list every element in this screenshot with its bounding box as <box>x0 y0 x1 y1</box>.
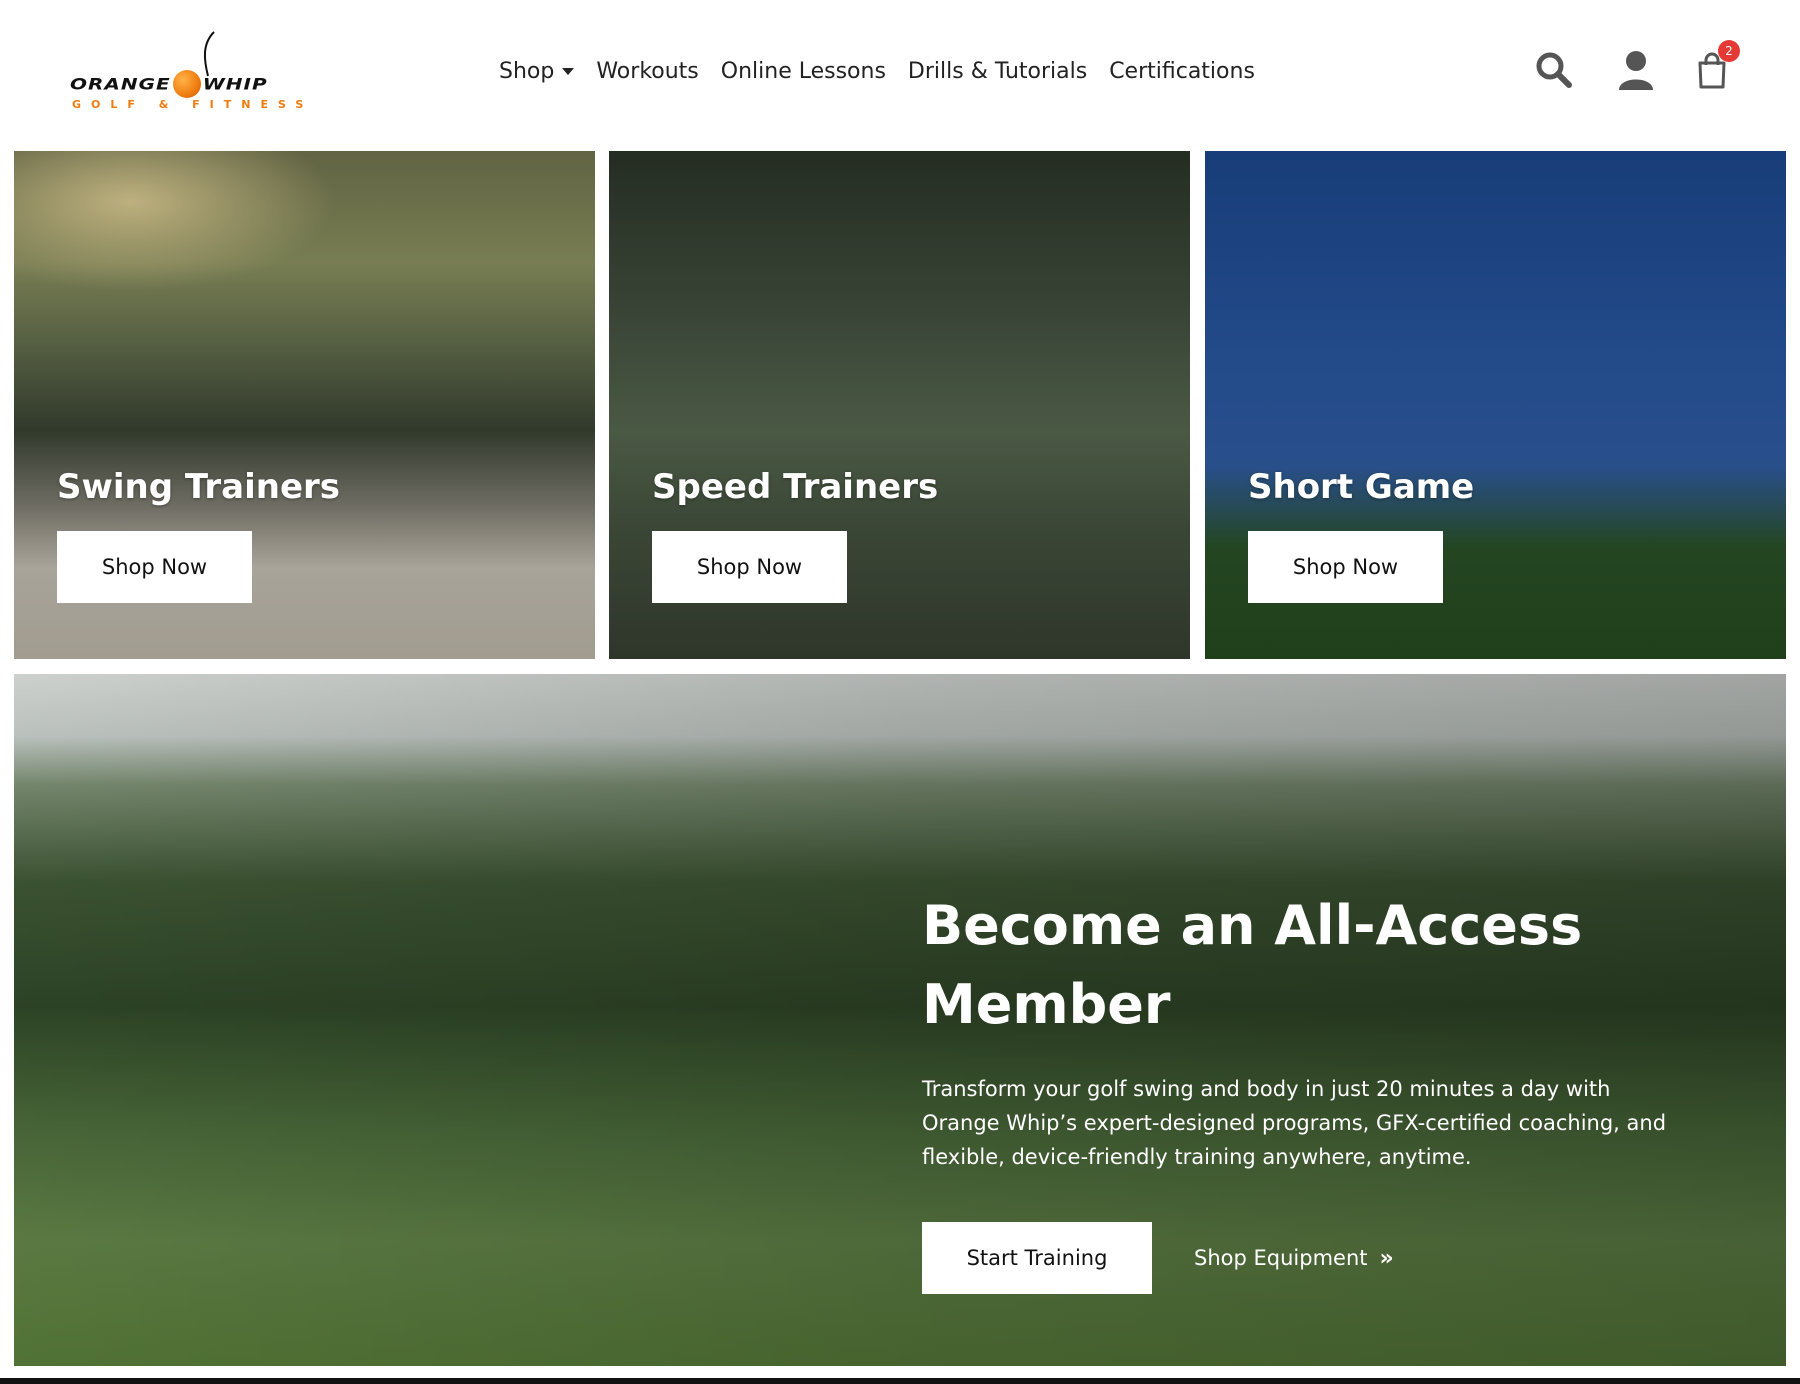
shop-now-button[interactable]: Shop Now <box>652 531 847 603</box>
cart-button[interactable]: 2 <box>1690 40 1740 92</box>
logo-tagline: GOLF & FITNESS <box>72 98 314 111</box>
search-button[interactable] <box>1532 48 1576 92</box>
search-icon <box>1536 52 1572 88</box>
logo-text-left: ORANGE <box>70 74 171 94</box>
logo-text-right: WHIP <box>202 74 268 94</box>
double-chevron-right-icon: » <box>1379 1245 1394 1271</box>
nav-item-workouts[interactable]: Workouts <box>596 59 698 84</box>
orange-whip-logo[interactable]: ORANGE WHIP GOLF & FITNESS <box>70 30 303 115</box>
site-header: ORANGE WHIP GOLF & FITNESS Shop Workouts… <box>0 0 1800 148</box>
hero-title: Become an All-Access Member <box>922 894 1583 1036</box>
category-card-speed-trainers[interactable]: Speed Trainers Shop Now <box>609 151 1190 659</box>
hero-description: Transform your golf swing and body in ju… <box>922 1077 1667 1169</box>
category-card-short-game[interactable]: Short Game Shop Now <box>1205 151 1786 659</box>
card-title: Short Game <box>1248 467 1475 507</box>
shop-now-button[interactable]: Shop Now <box>57 531 252 603</box>
main-nav: Shop Workouts Online Lessons Drills & Tu… <box>499 50 1277 92</box>
all-access-hero: Become an All-Access Member Transform yo… <box>14 674 1786 1366</box>
card-title: Swing Trainers <box>57 467 341 507</box>
cart-count-badge: 2 <box>1718 40 1740 62</box>
shop-now-button[interactable]: Shop Now <box>1248 531 1443 603</box>
nav-item-shop[interactable]: Shop <box>499 58 575 84</box>
category-card-swing-trainers[interactable]: Swing Trainers Shop Now <box>14 151 595 659</box>
account-button[interactable] <box>1614 48 1658 92</box>
caret-down-icon <box>562 67 575 75</box>
nav-item-drills-tutorials[interactable]: Drills & Tutorials <box>908 59 1087 84</box>
nav-item-certifications[interactable]: Certifications <box>1109 59 1255 84</box>
shop-equipment-label: Shop Equipment <box>1194 1246 1368 1270</box>
user-icon <box>1619 51 1653 90</box>
logo-wordmark: ORANGE WHIP <box>70 69 268 99</box>
shop-equipment-link[interactable]: Shop Equipment » <box>1194 1238 1394 1278</box>
bottom-border <box>0 1378 1800 1384</box>
nav-item-online-lessons[interactable]: Online Lessons <box>721 59 886 84</box>
nav-item-label: Shop <box>499 58 555 84</box>
logo-ball-icon <box>172 70 201 98</box>
card-title: Speed Trainers <box>652 467 939 507</box>
start-training-button[interactable]: Start Training <box>922 1222 1152 1294</box>
